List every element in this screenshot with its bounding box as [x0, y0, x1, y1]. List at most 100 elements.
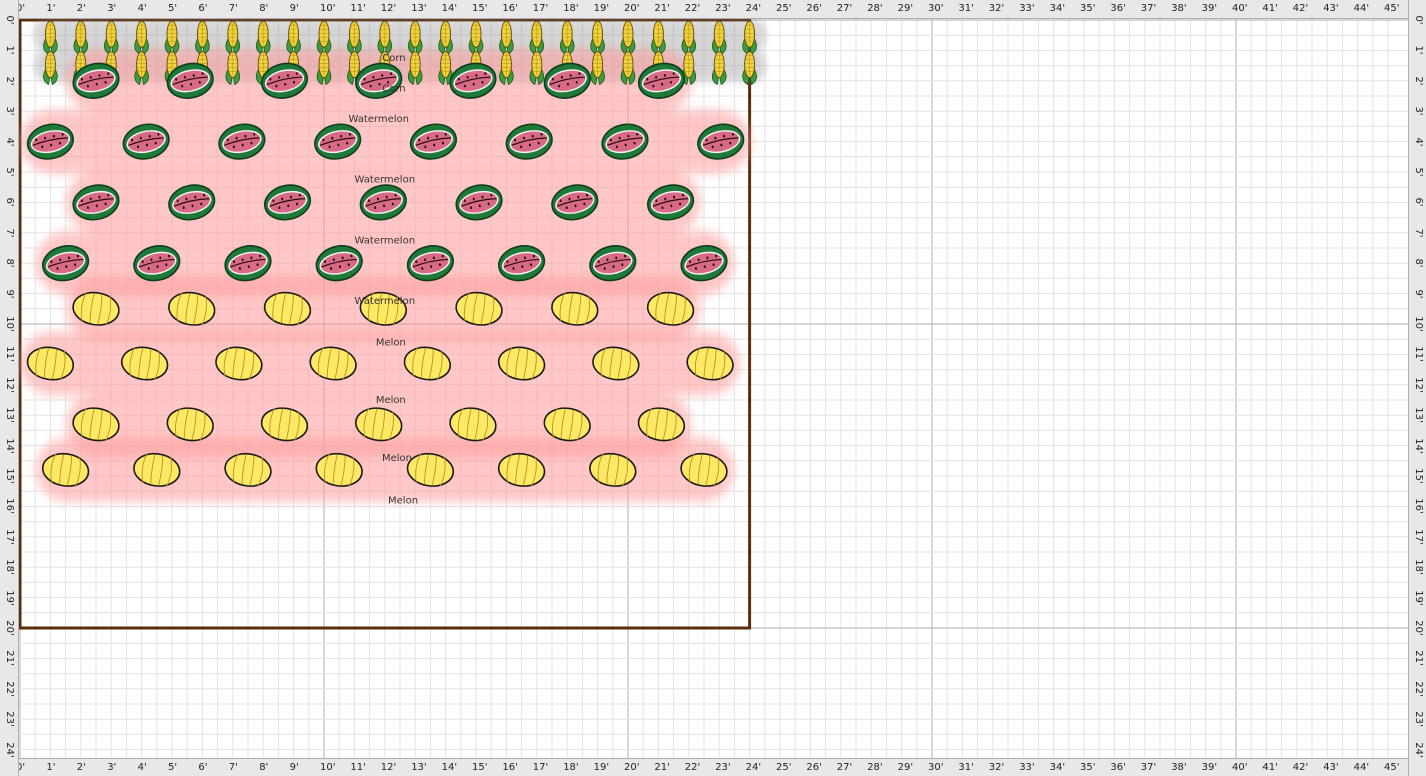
- ruler-tick-label: 1': [46, 762, 56, 773]
- ruler-tick-label: 23': [715, 3, 731, 14]
- ruler-tick-label: 22': [1413, 681, 1424, 697]
- ruler-tick-label: 17': [1413, 529, 1424, 545]
- ruler-tick-label: 20': [1413, 620, 1424, 636]
- ruler-tick-label: 21': [4, 650, 15, 667]
- ruler-tick-label: 41': [1262, 3, 1278, 14]
- ruler-tick-label: 26': [806, 3, 822, 14]
- ruler-tick-label: 26': [806, 762, 822, 773]
- ruler-tick-label: 32': [988, 3, 1005, 14]
- ruler-tick-label: 7': [228, 762, 238, 773]
- ruler-tick-label: 39': [1201, 3, 1218, 14]
- ruler-tick-label: 8': [259, 3, 269, 14]
- ruler-tick-label: 23': [4, 711, 15, 727]
- ruler-tick-label: 14': [1413, 437, 1424, 454]
- ruler-tick-label: 2': [76, 3, 86, 14]
- ruler-tick-label: 6': [4, 197, 15, 207]
- ruler-tick-label: 13': [1413, 407, 1424, 423]
- ruler-tick-label: 35': [1080, 762, 1096, 773]
- garden-canvas[interactable]: Corn Corn Watermelon Watermelon Watermelon Wa…: [0, 0, 1426, 776]
- ruler-tick-label: 8': [4, 258, 15, 268]
- ruler-tick-label: 0': [4, 15, 15, 25]
- ruler-tick-label: 11': [4, 346, 15, 363]
- ruler-tick-label: 14': [4, 437, 15, 454]
- ruler-tick-label: 15': [4, 468, 15, 484]
- ruler-tick-label: 10': [4, 316, 15, 332]
- ruler-tick-label: 18': [563, 762, 579, 773]
- ruler-tick-label: 39': [1201, 762, 1218, 773]
- ruler-tick-label: 1': [1413, 45, 1424, 55]
- ruler-tick-label: 17': [532, 3, 549, 14]
- row-label: Melon: [376, 395, 406, 406]
- ruler-tick-label: 34': [1049, 762, 1066, 773]
- ruler-tick-label: 8': [259, 762, 269, 773]
- ruler-tick-label: 19': [593, 762, 610, 773]
- ruler-tick-label: 9': [289, 3, 299, 14]
- ruler-tick-label: 12': [380, 762, 397, 773]
- ruler-tick-label: 27': [836, 3, 853, 14]
- ruler-tick-label: 1': [4, 45, 15, 55]
- ruler-tick-label: 7': [4, 228, 15, 238]
- ruler-tick-label: 16': [4, 498, 15, 515]
- ruler-tick-label: 3': [1413, 106, 1424, 116]
- ruler-tick-label: 6': [1413, 197, 1424, 207]
- ruler-tick-label: 24': [745, 3, 762, 14]
- ruler-tick-label: 21': [654, 762, 670, 773]
- ruler-tick-label: 31': [958, 762, 974, 773]
- ruler-tick-label: 18': [563, 3, 579, 14]
- ruler-tick-label: 4': [137, 762, 147, 773]
- ruler-tick-label: 3': [4, 106, 15, 116]
- ruler-tick-label: 23': [1413, 711, 1424, 727]
- ruler-tick-label: 0': [1413, 15, 1424, 25]
- ruler-tick-label: 30': [928, 762, 944, 773]
- ruler-tick-label: 45': [1384, 762, 1400, 773]
- ruler-tick-label: 6': [198, 762, 208, 773]
- ruler-tick-label: 15': [472, 3, 488, 14]
- ruler-tick-label: 18': [4, 559, 15, 575]
- ruler-tick-label: 15': [472, 762, 488, 773]
- ruler-tick-label: 15': [1413, 468, 1424, 484]
- row-label: Watermelon: [348, 114, 409, 125]
- ruler-tick-label: 13': [411, 762, 427, 773]
- ruler-tick-label: 11': [350, 3, 366, 14]
- top-ruler: 0' 1' 2' 3' 4' 5' 6' 7' 8' 9' 10' 11' 12' 13' 14' 15' 16…: [0, 0, 1426, 19]
- ruler-tick-label: 19': [1413, 589, 1424, 606]
- ruler-tick-label: 40': [1232, 3, 1248, 14]
- ruler-tick-label: 36': [1110, 3, 1126, 14]
- ruler-tick-label: 33': [1019, 3, 1035, 14]
- ruler-tick-label: 28': [867, 3, 883, 14]
- ruler-tick-label: 17': [4, 529, 15, 545]
- ruler-tick-label: 32': [988, 762, 1005, 773]
- ruler-tick-label: 24': [745, 762, 762, 773]
- ruler-tick-label: 4': [4, 137, 15, 147]
- ruler-tick-label: 34': [1049, 3, 1066, 14]
- ruler-tick-label: 5': [4, 167, 15, 177]
- ruler-tick-label: 2': [4, 76, 15, 86]
- ruler-tick-label: 19': [593, 3, 610, 14]
- ruler-tick-label: 40': [1232, 762, 1248, 773]
- ruler-tick-label: 12': [1413, 377, 1424, 393]
- ruler-tick-label: 3': [107, 3, 117, 14]
- ruler-tick-label: 12': [380, 3, 397, 14]
- ruler-tick-label: 5': [168, 762, 178, 773]
- bottom-ruler: 0' 1' 2' 3' 4' 5' 6' 7' 8' 9' 10' 11' 12' 13' 14' 15' 16…: [0, 758, 1426, 776]
- ruler-tick-label: 1': [46, 3, 56, 14]
- row-label: Watermelon: [355, 175, 416, 186]
- ruler-tick-label: 24': [1413, 741, 1424, 758]
- ruler-tick-label: 36': [1110, 762, 1126, 773]
- left-ruler: 0' 1' 2' 3' 4' 5' 6' 7' 8' 9' 10' 11' 12' 13' 14' 15' 16…: [0, 0, 19, 776]
- ruler-tick-label: 33': [1019, 762, 1035, 773]
- ruler-tick-label: 11': [350, 762, 366, 773]
- ruler-tick-label: 13': [4, 407, 15, 423]
- ruler-tick-label: 6': [198, 3, 208, 14]
- ruler-tick-label: 20': [4, 620, 15, 636]
- ruler-tick-label: 20': [624, 3, 640, 14]
- row-label: Watermelon: [355, 235, 416, 246]
- ruler-tick-label: 43': [1323, 762, 1339, 773]
- ruler-tick-label: 9': [1413, 289, 1424, 299]
- ruler-tick-label: 8': [1413, 258, 1424, 268]
- ruler-tick-label: 42': [1292, 3, 1309, 14]
- ruler-tick-label: 24': [4, 741, 15, 758]
- ruler-tick-label: 35': [1080, 3, 1096, 14]
- garden-planner-canvas[interactable]: Corn Corn Watermelon Watermelon Watermelon Wa…: [0, 0, 1426, 776]
- ruler-tick-label: 21': [1413, 650, 1424, 667]
